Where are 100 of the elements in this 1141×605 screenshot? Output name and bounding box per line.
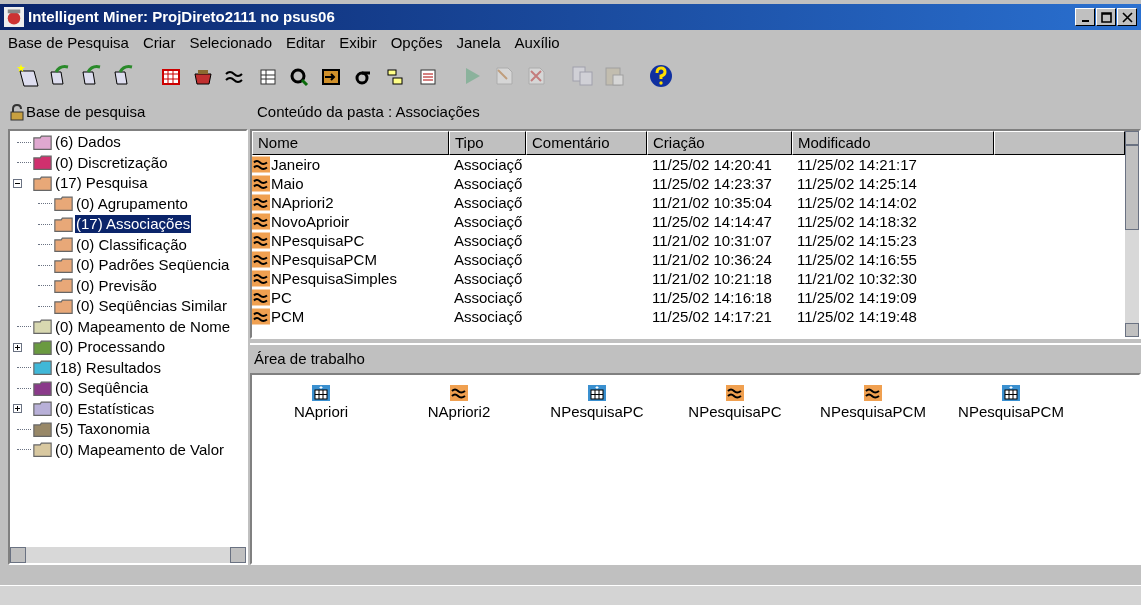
table-cell: NApriori2 (271, 193, 334, 212)
table-cell: 11/25/02 14:16:18 (652, 288, 772, 307)
tree-item[interactable]: (0) Agrupamento (75, 194, 189, 213)
menu-item[interactable]: Auxílio (514, 31, 560, 55)
table-cell: 11/25/02 14:20:41 (652, 155, 772, 174)
vertical-scrollbar[interactable] (1125, 131, 1139, 337)
tree-item[interactable]: (0) Mapeamento de Valor (54, 440, 225, 459)
menu-item[interactable]: Criar (142, 31, 176, 55)
wave-icon (726, 385, 744, 401)
workspace-object[interactable]: NPesquisaPC (666, 385, 804, 424)
panel-title: Conteúdo da pasta : Associações (257, 101, 480, 122)
expand-toggle[interactable] (13, 342, 22, 352)
table-cell: 11/21/02 10:21:18 (652, 269, 772, 288)
tree-item[interactable]: (17) Associações (75, 215, 192, 234)
menu-item[interactable]: Base de Pesquisa (8, 31, 129, 55)
tree-item[interactable]: (0) Processando (54, 338, 167, 357)
window-title: Intelligent Miner: ProjDireto2111 no psus06 (28, 6, 335, 27)
menu-item[interactable]: Opções (390, 31, 443, 55)
tree-item[interactable]: (0) Previsão (75, 276, 158, 295)
menu-item[interactable]: Editar (286, 31, 326, 55)
maximize-button[interactable] (1096, 8, 1116, 26)
new-folder-icon (16, 62, 42, 90)
tree-item[interactable]: (0) Classificação (75, 235, 188, 254)
expand-toggle[interactable] (13, 404, 22, 414)
table-cell: 11/25/02 14:21:17 (797, 155, 917, 174)
tree-item[interactable]: (0) Seqüência (54, 379, 150, 398)
menu-item[interactable]: Janela (456, 31, 501, 55)
table-cell: 11/25/02 14:18:32 (797, 212, 917, 231)
table-cell: 11/25/02 14:19:09 (797, 288, 917, 307)
table-cell: 11/25/02 14:19:48 (797, 307, 917, 326)
app-icon (4, 7, 24, 27)
table-cell: 11/21/02 10:31:07 (652, 231, 772, 250)
column-header[interactable]: Criação (647, 131, 792, 155)
table-cell: 11/25/02 14:14:02 (797, 193, 917, 212)
menu-item[interactable]: Exibir (339, 31, 377, 55)
wave-icon (252, 231, 270, 250)
table-cell: Associaçő (454, 212, 523, 231)
column-header[interactable]: Modificado (792, 131, 994, 155)
menu-item[interactable]: Selecionado (189, 31, 272, 55)
plus-icon (14, 405, 21, 413)
wave-icon (450, 385, 468, 401)
tree-item[interactable]: (6) Dados (54, 133, 122, 152)
table-cell: PC (271, 288, 292, 307)
wave-icon (252, 212, 270, 231)
wave-icon (252, 269, 270, 288)
minimize-icon (1081, 19, 1089, 22)
table-cell: Associaçő (454, 288, 523, 307)
table-cell: Maio (271, 174, 304, 193)
tree-item[interactable]: (0) Discretização (54, 153, 169, 172)
close-button[interactable] (1117, 8, 1137, 26)
tree-item[interactable]: (17) Pesquisa (54, 174, 149, 193)
table-cell: 11/25/02 14:16:55 (797, 250, 917, 269)
table-cell: Associaçő (454, 307, 523, 326)
wave-icon (252, 250, 270, 269)
workspace-object[interactable]: NPesquisaPCM (942, 385, 1080, 424)
table-cell: 11/25/02 14:17:21 (652, 307, 772, 326)
table-cell: 11/25/02 14:15:23 (797, 231, 917, 250)
tree-item[interactable]: (0) Mapeamento de Nome (54, 317, 232, 336)
tree-item[interactable]: (5) Taxonomia (54, 420, 151, 439)
column-header[interactable]: Comentário (526, 131, 647, 155)
table-icon (588, 385, 606, 401)
padlock-icon (10, 103, 24, 121)
table-cell: NPesquisaSimples (271, 269, 397, 288)
table-icon (312, 385, 330, 401)
horizontal-scrollbar[interactable] (10, 547, 246, 563)
table-cell: 11/25/02 14:23:37 (652, 174, 772, 193)
wave-icon (252, 174, 270, 193)
table-cell: Associaçő (454, 155, 523, 174)
panel-title: Área de trabalho (254, 348, 365, 369)
table-cell: Associaçő (454, 269, 523, 288)
collapse-toggle[interactable] (13, 178, 22, 188)
minimize-button[interactable] (1075, 8, 1095, 26)
table-cell: Associaçő (454, 231, 523, 250)
help-icon (648, 62, 674, 90)
table-cell: Associaçő (454, 174, 523, 193)
panel-title: Base de pesquisa (26, 101, 146, 122)
tree-item[interactable]: (0) Estatísticas (54, 399, 156, 418)
tree-item[interactable]: (0) Padrões Seqüencia (75, 256, 231, 275)
table-cell: PCM (271, 307, 305, 326)
workspace-object[interactable]: NApriori (252, 385, 390, 424)
column-header[interactable]: Tipo (449, 131, 526, 155)
tree-item[interactable]: (18) Resultados (54, 358, 162, 377)
column-header[interactable]: Nome (252, 131, 449, 155)
table-cell: 11/21/02 10:35:04 (652, 193, 772, 212)
tree-item[interactable]: (0) Seqüências Similar (75, 297, 228, 316)
maximize-icon (1100, 11, 1112, 23)
wave-icon (864, 385, 882, 401)
wave-icon (252, 193, 270, 212)
workspace-object[interactable]: NPesquisaPCM (804, 385, 942, 424)
table-cell: 11/21/02 10:32:30 (797, 269, 917, 288)
wave-icon (252, 155, 270, 174)
workspace-object[interactable]: NPesquisaPC (528, 385, 666, 424)
table-cell: Associaçő (454, 250, 523, 269)
wave-icon (252, 307, 270, 326)
workspace-object[interactable]: NApriori2 (390, 385, 528, 424)
table-cell: Janeiro (271, 155, 321, 174)
table-cell: NPesquisaPC (271, 231, 365, 250)
table-icon (1002, 385, 1020, 401)
table-cell: 11/21/02 10:36:24 (652, 250, 772, 269)
table-cell: 11/25/02 14:14:47 (652, 212, 772, 231)
